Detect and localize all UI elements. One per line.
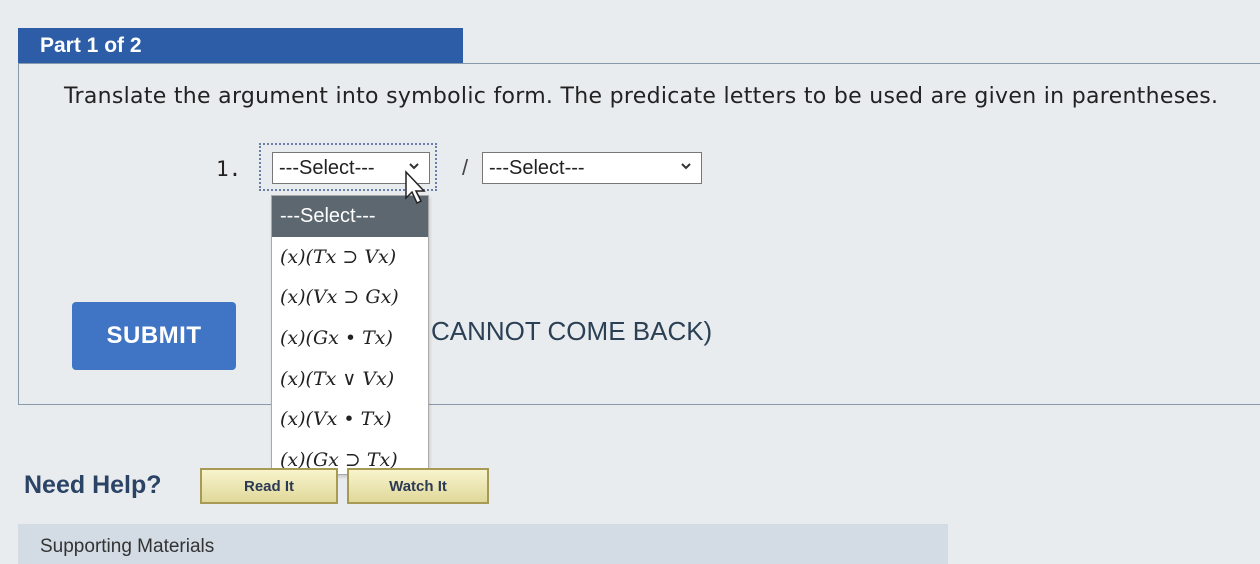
conclusion-select-value: ---Select---: [489, 157, 585, 179]
question-number: 1.: [216, 157, 242, 181]
dropdown-option[interactable]: (x)(Tx ⊃ Vx): [272, 237, 428, 278]
read-it-button[interactable]: Read It: [200, 468, 338, 504]
part-divider: [18, 63, 1260, 64]
mouse-cursor-icon: [405, 170, 426, 205]
dropdown-list[interactable]: ---Select--- (x)(Tx ⊃ Vx) (x)(Vx ⊃ Gx) (…: [271, 195, 429, 475]
dropdown-option[interactable]: (x)(Gx • Tx): [272, 318, 428, 359]
submit-button[interactable]: SUBMIT: [72, 302, 236, 370]
dropdown-option[interactable]: (x)(Tx ∨ Vx): [272, 359, 428, 400]
need-help-label: Need Help?: [24, 471, 162, 499]
chevron-down-icon: [681, 163, 691, 170]
part-header: Part 1 of 2: [18, 28, 463, 64]
question-frame-left: [18, 63, 19, 405]
argument-separator: /: [462, 155, 469, 180]
dropdown-option[interactable]: (x)(Vx ⊃ Gx): [272, 277, 428, 318]
dropdown-option[interactable]: (x)(Vx • Tx): [272, 399, 428, 440]
instruction-text: Translate the argument into symbolic for…: [64, 84, 1219, 109]
watch-it-button[interactable]: Watch It: [347, 468, 489, 504]
supporting-materials-label: Supporting Materials: [40, 536, 215, 557]
conclusion-select[interactable]: ---Select---: [482, 152, 702, 184]
warning-text: CANNOT COME BACK): [431, 316, 713, 346]
supporting-materials-bar[interactable]: Supporting Materials: [18, 524, 948, 564]
question-frame-bottom: [18, 404, 1260, 405]
premise-select-value: ---Select---: [279, 157, 375, 179]
